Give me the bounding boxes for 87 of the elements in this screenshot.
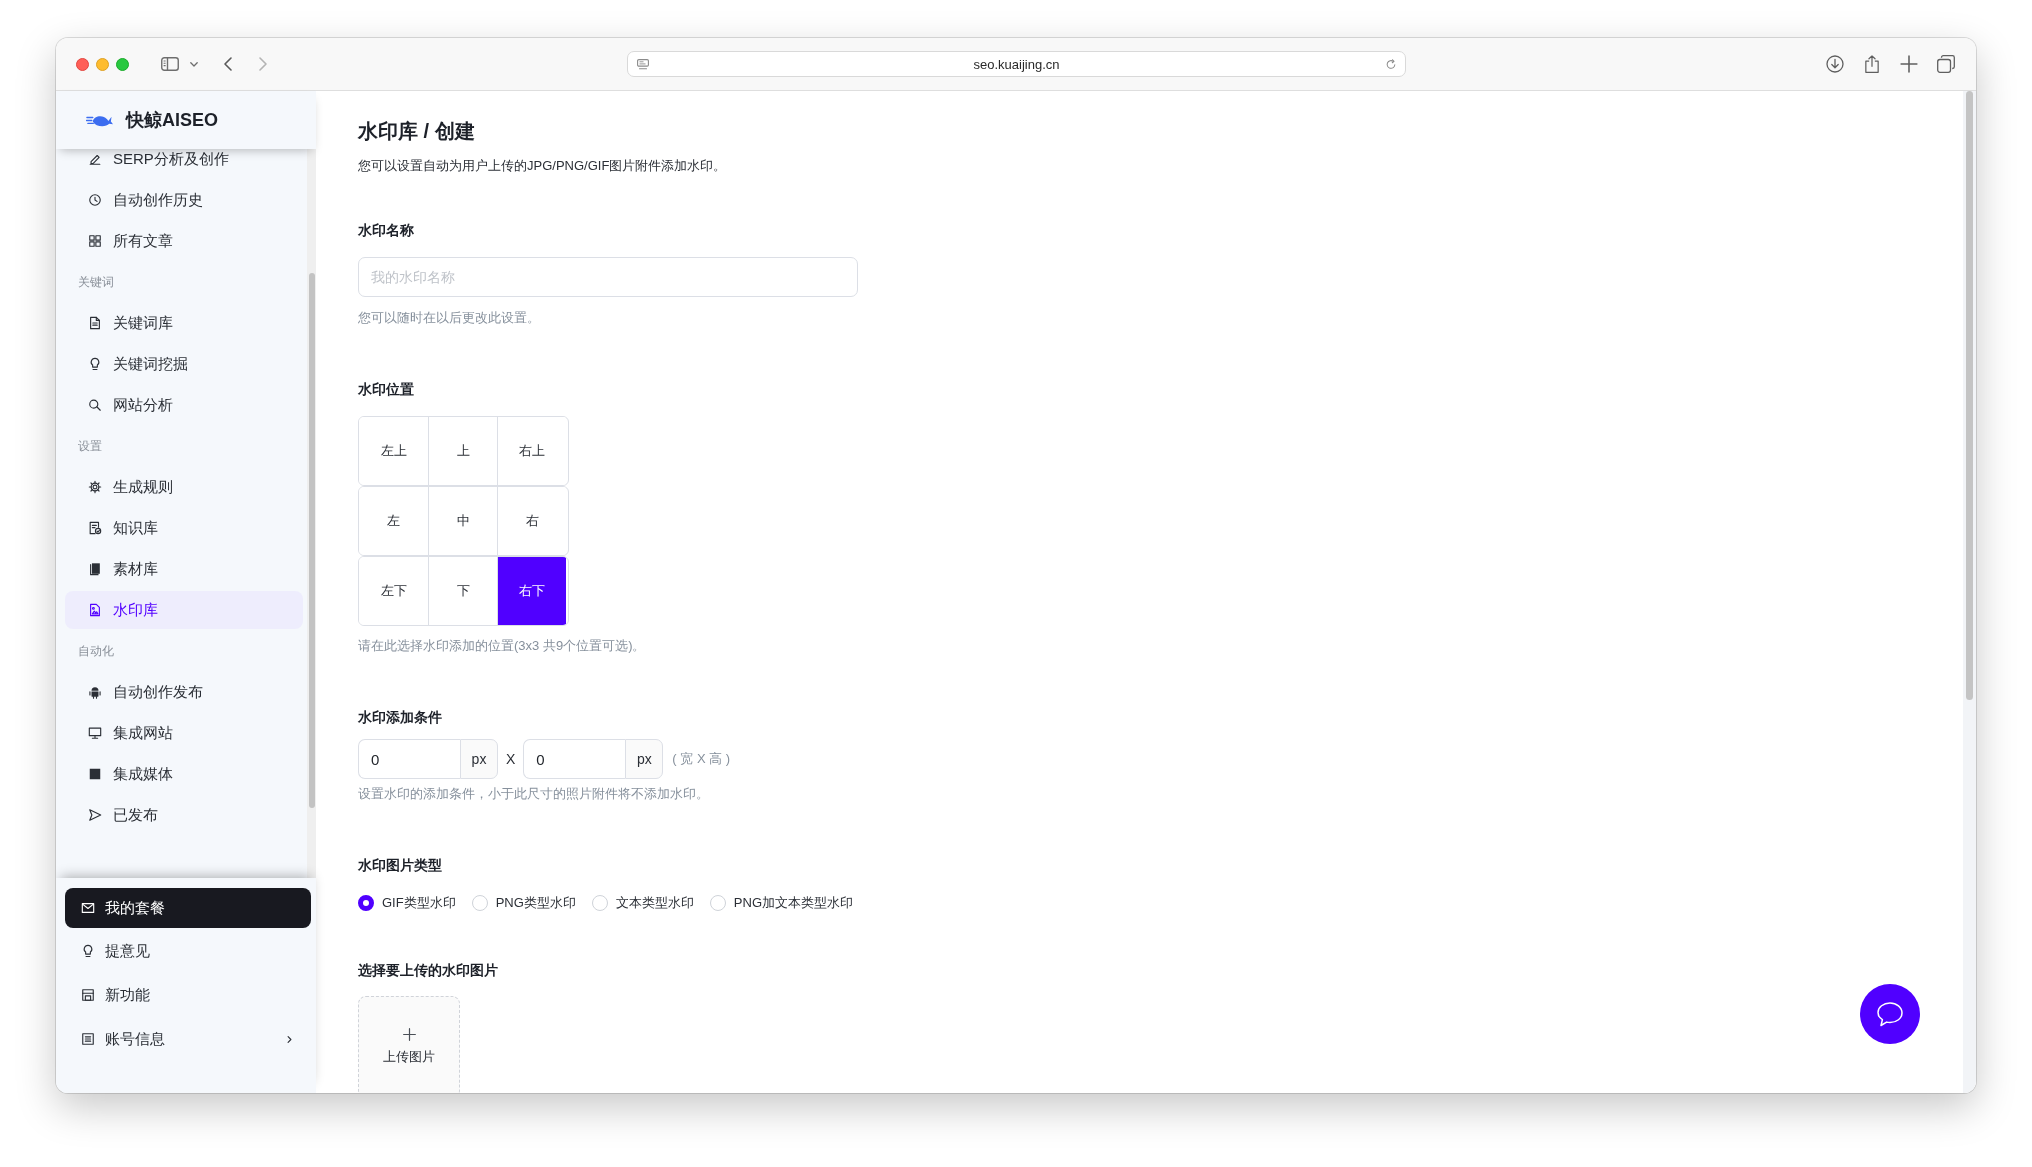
field-label: 水印名称	[358, 221, 415, 240]
page-scrollbar[interactable]	[1963, 91, 1976, 1093]
document-icon	[88, 316, 102, 330]
radio-label[interactable]: GIF类型水印	[382, 894, 456, 912]
list-icon	[81, 1032, 95, 1046]
sidebar-button[interactable]: 我的套餐	[65, 888, 311, 928]
sidebar-item[interactable]: 关键词挖掘	[65, 345, 303, 383]
help-text: 请在此选择水印添加的位置(3x3 共9个位置可选)。	[358, 637, 647, 655]
window-icon	[81, 988, 95, 1002]
plus-icon	[402, 1028, 416, 1041]
sidebar-item[interactable]: 提意见	[65, 929, 311, 973]
times-sign: X	[506, 751, 516, 767]
search-icon	[88, 398, 102, 412]
field-label: 水印添加条件	[358, 708, 443, 727]
position-option[interactable]: 右上	[497, 417, 566, 485]
unit-addon: px	[460, 739, 498, 779]
sidebar-item[interactable]: 集成网站	[65, 714, 303, 752]
tabs-icon[interactable]	[1937, 55, 1955, 73]
width-input[interactable]: 0	[358, 739, 460, 779]
robot-icon	[88, 685, 102, 699]
pencil-icon	[88, 152, 102, 166]
sidebar-item[interactable]: SERP分析及创作	[65, 149, 303, 178]
field-label: 水印位置	[358, 380, 415, 399]
page-description: 您可以设置自动为用户上传的JPG/PNG/GIF图片附件添加水印。	[358, 157, 728, 175]
help-text: 您可以随时在以后更改此设置。	[358, 309, 541, 327]
sidebar-item[interactable]: 自动创作发布	[65, 673, 303, 711]
send-icon	[88, 808, 102, 822]
gear-icon	[88, 480, 102, 494]
chevron-right-icon	[285, 1034, 294, 1044]
sidebar-item[interactable]: 账号信息	[65, 1017, 311, 1061]
share-icon[interactable]	[1863, 55, 1881, 73]
chat-button[interactable]	[1860, 984, 1920, 1044]
radio-label[interactable]: 文本类型水印	[615, 894, 694, 912]
radio-label[interactable]: PNG加文本类型水印	[733, 894, 853, 912]
filled-square-icon	[88, 767, 102, 781]
monitor-icon	[88, 726, 102, 740]
fullscreen-icon[interactable]	[116, 57, 129, 71]
envelope-icon	[81, 901, 95, 915]
radio-button[interactable]	[358, 895, 374, 911]
image-file-icon	[88, 603, 102, 617]
lightbulb-icon	[88, 357, 102, 371]
help-text: 设置水印的添加条件，小于此尺寸的照片附件将不添加水印。	[358, 785, 710, 803]
sidebar-item[interactable]: 已发布	[65, 796, 303, 834]
sidebar-item[interactable]: 水印库	[65, 591, 303, 629]
position-option[interactable]: 右	[497, 487, 566, 555]
page-title: 水印库 / 创建	[358, 119, 476, 144]
sidebar-item[interactable]: 关键词库	[65, 304, 303, 342]
height-input[interactable]: 0	[523, 739, 626, 779]
sidebar-item[interactable]: 集成媒体	[65, 755, 303, 793]
brand-name: 快鲸AISEO	[126, 109, 218, 132]
sidebar-scrollbar[interactable]	[307, 149, 316, 878]
sidebar-item[interactable]: 新功能	[65, 973, 311, 1017]
page-icon[interactable]	[636, 58, 649, 70]
chat-icon	[1876, 1001, 1904, 1027]
section-label: 自动化	[77, 644, 115, 659]
document-check-icon	[88, 521, 102, 535]
sidebar-item[interactable]: 网站分析	[65, 386, 303, 424]
download-icon[interactable]	[1826, 55, 1844, 73]
grid-icon	[88, 234, 102, 248]
section-label: 关键词	[77, 275, 115, 290]
field-label: 选择要上传的水印图片	[358, 961, 499, 980]
url-text: seo.kuaijing.cn	[972, 56, 1061, 72]
size-note: ( 宽 X 高 )	[672, 750, 731, 768]
forward-icon[interactable]	[259, 57, 267, 71]
chevron-down-icon[interactable]	[190, 61, 198, 67]
position-option[interactable]: 右下	[497, 557, 566, 625]
sidebar-item[interactable]: 素材库	[65, 550, 303, 588]
sidebar-item[interactable]: 知识库	[65, 509, 303, 547]
lightbulb-icon	[81, 944, 95, 958]
sidebar-item[interactable]: 所有文章	[65, 222, 303, 260]
minimize-icon[interactable]	[96, 57, 109, 71]
name-input[interactable]: 我的水印名称	[358, 257, 858, 297]
close-icon[interactable]	[76, 57, 89, 71]
sidebar-item[interactable]: 生成规则	[65, 468, 303, 506]
radio-label[interactable]: PNG类型水印	[495, 894, 576, 912]
unit-addon: px	[625, 739, 664, 779]
clock-icon	[88, 193, 102, 207]
new-tab-icon[interactable]	[1900, 55, 1918, 73]
sidebar-item[interactable]: 自动创作历史	[65, 181, 303, 219]
book-icon	[88, 562, 102, 576]
field-label: 水印图片类型	[358, 856, 443, 875]
sidebar-toggle-icon[interactable]	[161, 57, 179, 71]
address-bar[interactable]: seo.kuaijing.cn	[626, 51, 1406, 77]
section-label: 设置	[77, 439, 103, 454]
reload-icon[interactable]	[1384, 58, 1397, 70]
back-icon[interactable]	[224, 57, 232, 71]
upload-button[interactable]: 上传图片	[358, 996, 460, 1093]
